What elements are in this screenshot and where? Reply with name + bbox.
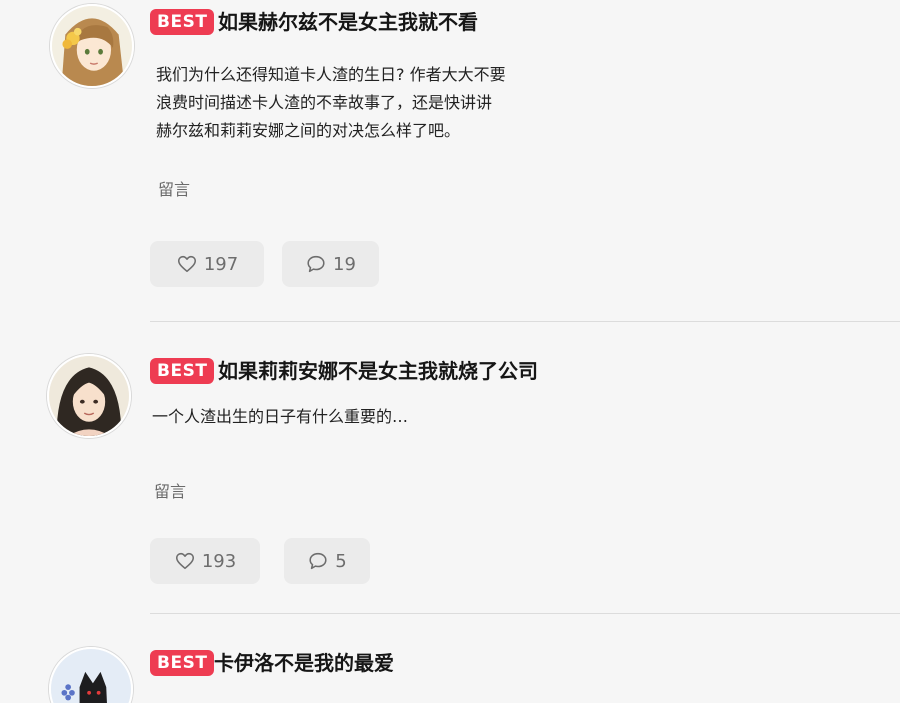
comment-text-line: 我们为什么还得知道卡人渣的生日? 作者大大不要	[156, 65, 506, 84]
comment-content: 一个人渣出生的日子有什么重要的…	[152, 403, 572, 431]
user-avatar[interactable]	[50, 4, 134, 88]
comment-divider	[150, 321, 900, 322]
like-button[interactable]: 193	[150, 538, 260, 584]
best-badge: BEST	[150, 358, 215, 384]
black-cat-avatar-icon	[51, 649, 131, 703]
comment-feed: BEST 如果赫尔兹不是女主我就不看 我们为什么还得知道卡人渣的生日? 作者大大…	[0, 0, 900, 703]
best-badge: BEST	[150, 9, 215, 35]
comment-username[interactable]: 如果赫尔兹不是女主我就不看	[218, 9, 478, 35]
reply-link[interactable]: 留言	[158, 179, 190, 201]
heart-icon	[175, 552, 194, 570]
reply-count-button[interactable]: 5	[284, 538, 370, 584]
user-avatar[interactable]	[49, 647, 133, 703]
user-avatar[interactable]	[47, 354, 131, 438]
like-count: 197	[203, 253, 239, 275]
comment-content: 我们为什么还得知道卡人渣的生日? 作者大大不要 浪费时间描述卡人渣的不幸故事了，…	[156, 61, 576, 145]
comment-username[interactable]: 如果莉莉安娜不是女主我就烧了公司	[218, 358, 538, 384]
heart-icon	[177, 255, 196, 273]
speech-bubble-icon	[309, 552, 327, 570]
comment-text-line: 浪费时间描述卡人渣的不幸故事了，还是快讲讲	[156, 93, 493, 112]
girl-flower-hair-avatar-icon	[52, 6, 132, 86]
like-button[interactable]: 197	[150, 241, 264, 287]
best-badge: BEST	[150, 650, 215, 676]
like-count: 193	[201, 550, 237, 572]
comment-username[interactable]: 卡伊洛不是我的最爱	[214, 650, 394, 676]
reply-count: 5	[335, 550, 347, 572]
reply-count: 19	[333, 253, 356, 275]
reply-link[interactable]: 留言	[154, 481, 186, 503]
comment-text-line: 一个人渣出生的日子有什么重要的…	[152, 407, 409, 426]
reply-count-button[interactable]: 19	[282, 241, 379, 287]
speech-bubble-icon	[307, 255, 325, 273]
comment-divider	[150, 613, 900, 614]
dark-hair-woman-avatar-icon	[49, 356, 129, 436]
comment-text-line: 赫尔兹和莉莉安娜之间的对决怎么样了吧。	[156, 121, 461, 140]
